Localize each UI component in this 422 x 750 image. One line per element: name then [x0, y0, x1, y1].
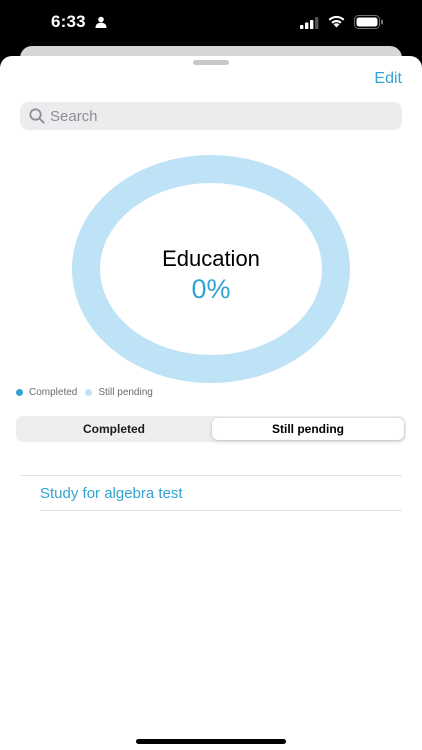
signal-icon [300, 16, 319, 29]
search-input[interactable] [50, 102, 390, 130]
legend-label-pending: Still pending [98, 386, 153, 398]
status-time: 6:33 [51, 12, 86, 31]
legend-item-completed: Completed [16, 387, 77, 398]
legend-dot-pending [85, 388, 93, 396]
chart-legend: Completed Still pending [16, 385, 161, 399]
list-item-label: Study for algebra test [40, 485, 183, 502]
legend-item-pending: Still pending [85, 386, 153, 398]
list-item[interactable]: Study for algebra test [40, 476, 402, 510]
edit-button[interactable]: Edit [374, 70, 402, 88]
search-bar[interactable] [20, 102, 402, 130]
sheet-grabber[interactable] [193, 60, 229, 65]
segment-still-pending[interactable]: Still pending [212, 418, 404, 440]
chart-title: Education [162, 246, 260, 271]
legend-label-completed: Completed [29, 386, 78, 398]
battery-icon [354, 15, 384, 29]
home-indicator[interactable] [136, 739, 286, 744]
person-icon [95, 15, 107, 28]
wifi-icon [327, 14, 346, 28]
segment-completed[interactable]: Completed [18, 418, 210, 440]
legend-dot-completed [16, 388, 23, 396]
search-icon [29, 108, 45, 124]
status-bar: 6:33 [0, 0, 422, 46]
filter-segmented-control[interactable]: Completed Still pending [16, 416, 406, 442]
chart-center-value: 0% [191, 274, 231, 304]
bottom-sheet: Edit Education 0% Completed Still pendin… [0, 56, 422, 750]
list-divider [40, 510, 402, 511]
